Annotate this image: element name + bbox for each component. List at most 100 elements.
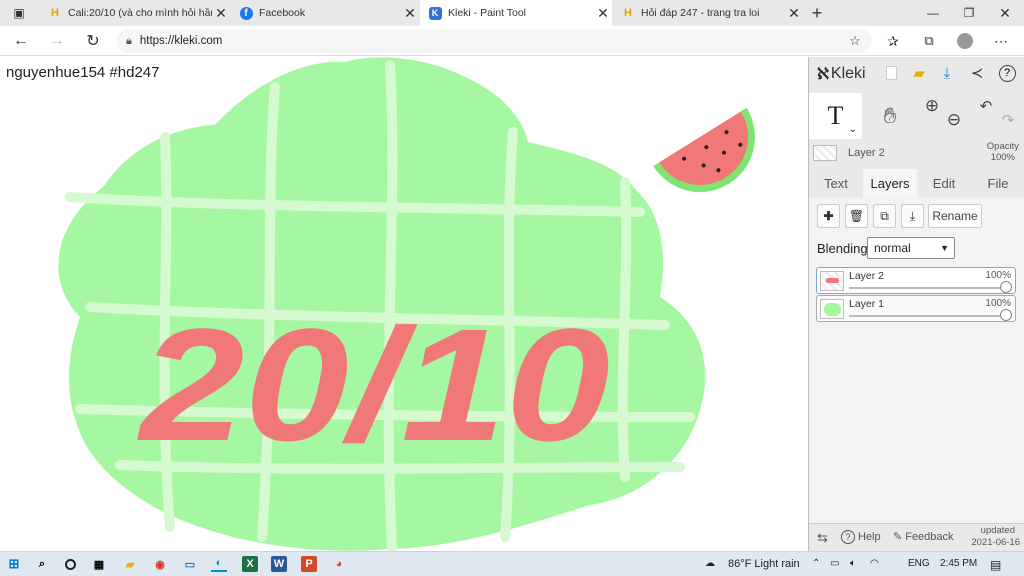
windows-start-icon[interactable]: ⊞ <box>6 556 22 572</box>
forward-icon[interactable]: → <box>46 30 68 52</box>
close-tab-icon[interactable]: ✕ <box>401 5 419 22</box>
layer-name: Layer 2 <box>849 270 885 282</box>
browser-tab-bar: ▣ H Cali:20/10 (và cho mình hỏi hầu ✕ f … <box>0 0 1024 26</box>
hand-tool-icon[interactable]: ✋︎ <box>875 101 905 131</box>
layer-item-layer-1[interactable]: Layer 1 100% <box>816 295 1016 322</box>
app-icon[interactable]: ◉ <box>152 556 168 572</box>
tab-label: Cali:20/10 (và cho mình hỏi hầu <box>68 7 212 19</box>
tab-hoidap[interactable]: H Hỏi đáp 247 - trang tra loi ✕ <box>613 0 803 26</box>
search-icon[interactable]: ⌕ <box>34 556 50 572</box>
excel-icon[interactable]: X <box>242 556 258 572</box>
favorites-icon[interactable]: ✰ <box>882 30 904 52</box>
layers-tab-body: ✚ 🗑︎ ⧉ ⤓ Rename Blending normal ▼ Layer … <box>809 197 1024 551</box>
profile-avatar-icon[interactable] <box>954 30 976 52</box>
lock-icon: 🔒︎ <box>126 34 132 47</box>
close-tab-icon[interactable]: ✕ <box>212 5 230 22</box>
close-tab-icon[interactable]: ✕ <box>594 5 612 22</box>
feedback-label: Feedback <box>905 530 954 543</box>
cortana-icon[interactable] <box>62 556 78 572</box>
tab-file[interactable]: File <box>971 169 1024 197</box>
blending-value: normal <box>874 241 911 255</box>
address-bar: ← → ↻ 🔒︎ https://kleki.com ☆ ✰ ⧉ ⋯ <box>0 26 1024 56</box>
merge-down-icon: ⤓ <box>909 208 916 223</box>
refresh-icon[interactable]: ↻ <box>82 30 104 52</box>
tab-text[interactable]: Text <box>809 169 863 197</box>
help-button[interactable]: ? Help <box>841 530 881 544</box>
hoidap-favicon-icon: H <box>51 7 59 19</box>
file-explorer-icon[interactable]: ▰ <box>122 556 138 572</box>
duplicate-icon: ⧉ <box>880 208 889 223</box>
powerpoint-icon[interactable]: P <box>301 556 317 572</box>
tab-label: Facebook <box>259 7 306 19</box>
feedback-button[interactable]: ✎ Feedback <box>893 530 954 544</box>
download-icon[interactable]: ⤓ <box>937 63 957 83</box>
wifi-icon[interactable]: ◠ <box>870 558 879 569</box>
tab-cali[interactable]: H Cali:20/10 (và cho mình hỏi hầu ✕ <box>40 0 230 26</box>
zoom-out-icon[interactable]: ⊖ <box>945 110 963 129</box>
chevron-down-icon: ⌄ <box>848 124 857 135</box>
swap-panel-icon[interactable]: ⇆ <box>817 530 828 546</box>
delete-layer-button[interactable]: 🗑︎ <box>845 204 868 228</box>
url-text: https://kleki.com <box>139 35 223 47</box>
layer-opacity: 100% <box>985 298 1011 309</box>
share-icon[interactable]: ≺ <box>967 63 987 83</box>
favorite-add-icon[interactable]: ☆ <box>844 30 866 52</box>
more-options-icon[interactable]: ⋯ <box>990 30 1012 52</box>
battery-icon[interactable]: ▭ <box>830 558 839 569</box>
close-window-icon[interactable]: ✕ <box>994 2 1016 24</box>
new-image-icon[interactable] <box>881 63 901 83</box>
edge-icon[interactable]: ◐ <box>211 556 227 572</box>
chrome-icon[interactable]: ◕ <box>331 556 347 572</box>
word-icon[interactable]: W <box>271 556 287 572</box>
notifications-icon[interactable]: ▤ <box>990 558 1001 572</box>
language-label[interactable]: ENG <box>908 558 930 569</box>
collections-icon[interactable]: ⧉ <box>918 30 940 52</box>
kleki-logo-icon: ℵ <box>817 66 829 83</box>
zoom-in-icon[interactable]: ⊕ <box>923 96 941 115</box>
watermelon <box>653 107 755 192</box>
tab-actions-icon[interactable]: ▣ <box>8 2 30 24</box>
slider-knob[interactable] <box>1000 281 1012 293</box>
drawing-canvas[interactable]: nguyenhue154 #hd247 20/10 <box>0 57 808 551</box>
redo-icon[interactable]: ↷ <box>999 111 1017 129</box>
add-layer-button[interactable]: ✚ <box>817 204 840 228</box>
tab-edit[interactable]: Edit <box>917 169 971 197</box>
kleki-logo[interactable]: ℵ Kleki <box>817 64 866 84</box>
weather-text[interactable]: 86°F Light rain <box>728 558 800 570</box>
merge-layer-button[interactable]: ⤓ <box>901 204 924 228</box>
new-tab-icon[interactable]: + <box>806 2 828 24</box>
kleki-panel: ℵ Kleki ▰ ⤓ ≺ ? T ⌄ ✋︎ ⊕ ⊖ ↶ ↷ Layer 2 O… <box>808 57 1024 551</box>
restore-icon[interactable]: ❐ <box>958 2 980 24</box>
text-tool-button[interactable]: T ⌄ <box>809 93 862 139</box>
url-field[interactable]: 🔒︎ https://kleki.com <box>116 29 872 53</box>
volume-icon[interactable]: 🔈︎ <box>850 558 856 569</box>
back-icon[interactable]: ← <box>10 30 32 52</box>
blending-select[interactable]: normal ▼ <box>867 237 955 259</box>
clock-time[interactable]: 2:45 PM <box>940 558 977 569</box>
layer-item-layer-2[interactable]: Layer 2 100% <box>816 267 1016 294</box>
slider-knob[interactable] <box>1000 309 1012 321</box>
rename-button[interactable]: Rename <box>928 204 982 228</box>
tab-layers[interactable]: Layers <box>863 169 917 197</box>
minimize-icon[interactable]: — <box>922 2 944 24</box>
help-icon[interactable]: ? <box>997 63 1017 83</box>
layer-opacity-slider[interactable] <box>849 315 1005 317</box>
undo-icon[interactable]: ↶ <box>977 97 995 115</box>
tab-facebook[interactable]: f Facebook ✕ <box>231 0 419 26</box>
layer-name: Layer 1 <box>849 298 885 310</box>
tab-label: Kleki - Paint Tool <box>448 7 527 19</box>
task-view-icon[interactable]: ▦ <box>91 556 107 572</box>
kleki-header: ℵ Kleki ▰ ⤓ ≺ ? <box>809 57 1024 91</box>
blending-label: Blending <box>817 241 868 256</box>
tab-kleki[interactable]: K Kleki - Paint Tool ✕ <box>420 0 612 26</box>
duplicate-layer-button[interactable]: ⧉ <box>873 204 896 228</box>
close-tab-icon[interactable]: ✕ <box>785 5 803 22</box>
open-file-icon[interactable]: ▰ <box>909 63 929 83</box>
help-circle-icon: ? <box>841 530 855 544</box>
trash-icon: 🗑︎ <box>848 209 865 223</box>
chevron-down-icon: ▼ <box>940 243 949 253</box>
chevron-up-icon[interactable]: ⌃ <box>812 558 820 569</box>
pencil-icon: ✎ <box>893 531 903 543</box>
monitor-icon[interactable]: ▭ <box>182 556 198 572</box>
layer-opacity-slider[interactable] <box>849 287 1005 289</box>
